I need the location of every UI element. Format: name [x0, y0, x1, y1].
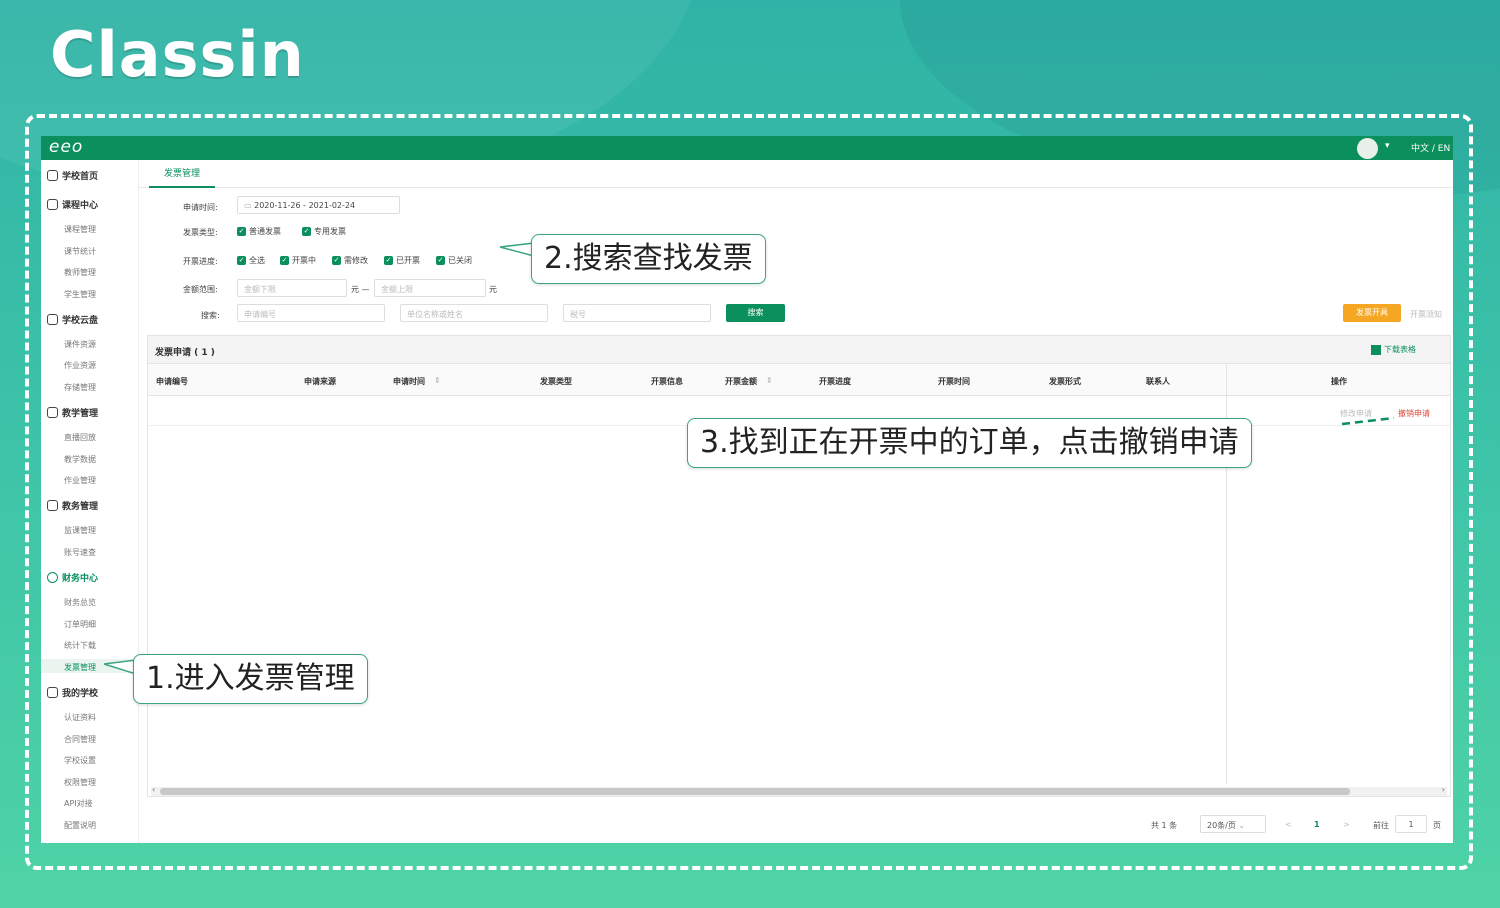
callout-step-1: 1.进入发票管理: [133, 654, 368, 704]
callout-step-2: 2.搜索查找发票: [531, 234, 766, 284]
callout-step-3: 3.找到正在开票中的订单，点击撤销申请: [687, 418, 1252, 468]
